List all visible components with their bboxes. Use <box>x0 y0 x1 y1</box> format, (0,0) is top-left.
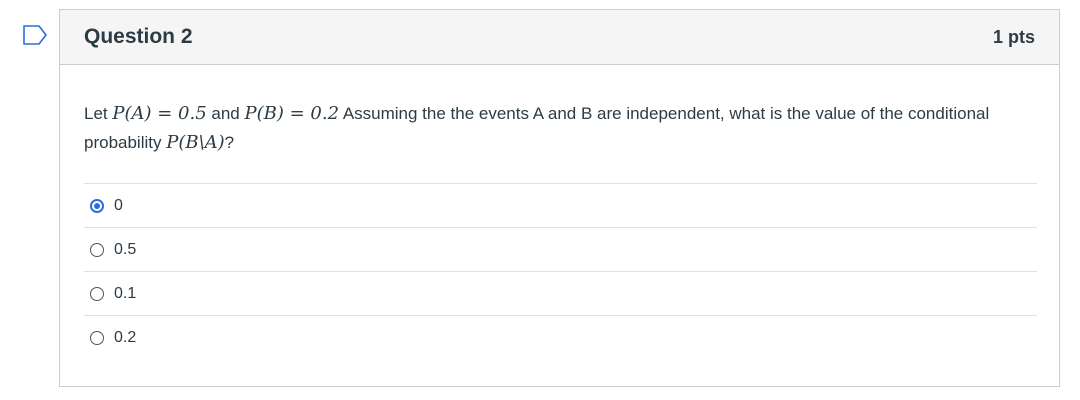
answer-option[interactable]: 0.5 <box>84 228 1037 272</box>
question-title: Question 2 <box>84 25 193 48</box>
answer-label: 0.1 <box>114 284 137 302</box>
question-points: 1 pts <box>992 26 1035 47</box>
question-body: Let P(A) = 0.5 and P(B) = 0.2 Assuming t… <box>60 65 1059 360</box>
math-p-a: P(A) = 0.5 <box>112 103 207 124</box>
radio-button-selected[interactable] <box>90 198 104 213</box>
flag-question-icon[interactable] <box>22 25 48 45</box>
question-text-part: Let <box>84 104 113 123</box>
question-text-part: and <box>206 104 245 123</box>
math-p-b: P(B) = 0.2 <box>244 103 340 124</box>
question-text-part: ? <box>224 133 235 152</box>
answer-option[interactable]: 0 <box>84 184 1037 228</box>
question-card: Question 2 1 pts Let P(A) = 0.5 and P(B)… <box>59 9 1060 387</box>
question-text: Let P(A) = 0.5 and P(B) = 0.2 Assuming t… <box>84 99 1029 157</box>
math-p-b-given-a: P(B\A) <box>166 132 225 153</box>
radio-button[interactable] <box>90 331 104 345</box>
question-header: Question 2 1 pts <box>60 10 1059 65</box>
answer-option[interactable]: 0.1 <box>84 272 1037 316</box>
radio-button[interactable] <box>90 242 104 257</box>
answer-label: 0 <box>114 196 123 214</box>
answer-option[interactable]: 0.2 <box>84 316 1037 360</box>
answer-list: 0 0.5 0.1 0.2 <box>84 183 1037 360</box>
answer-label: 0.5 <box>114 240 137 258</box>
answer-label: 0.2 <box>114 329 137 346</box>
radio-button[interactable] <box>90 286 104 301</box>
